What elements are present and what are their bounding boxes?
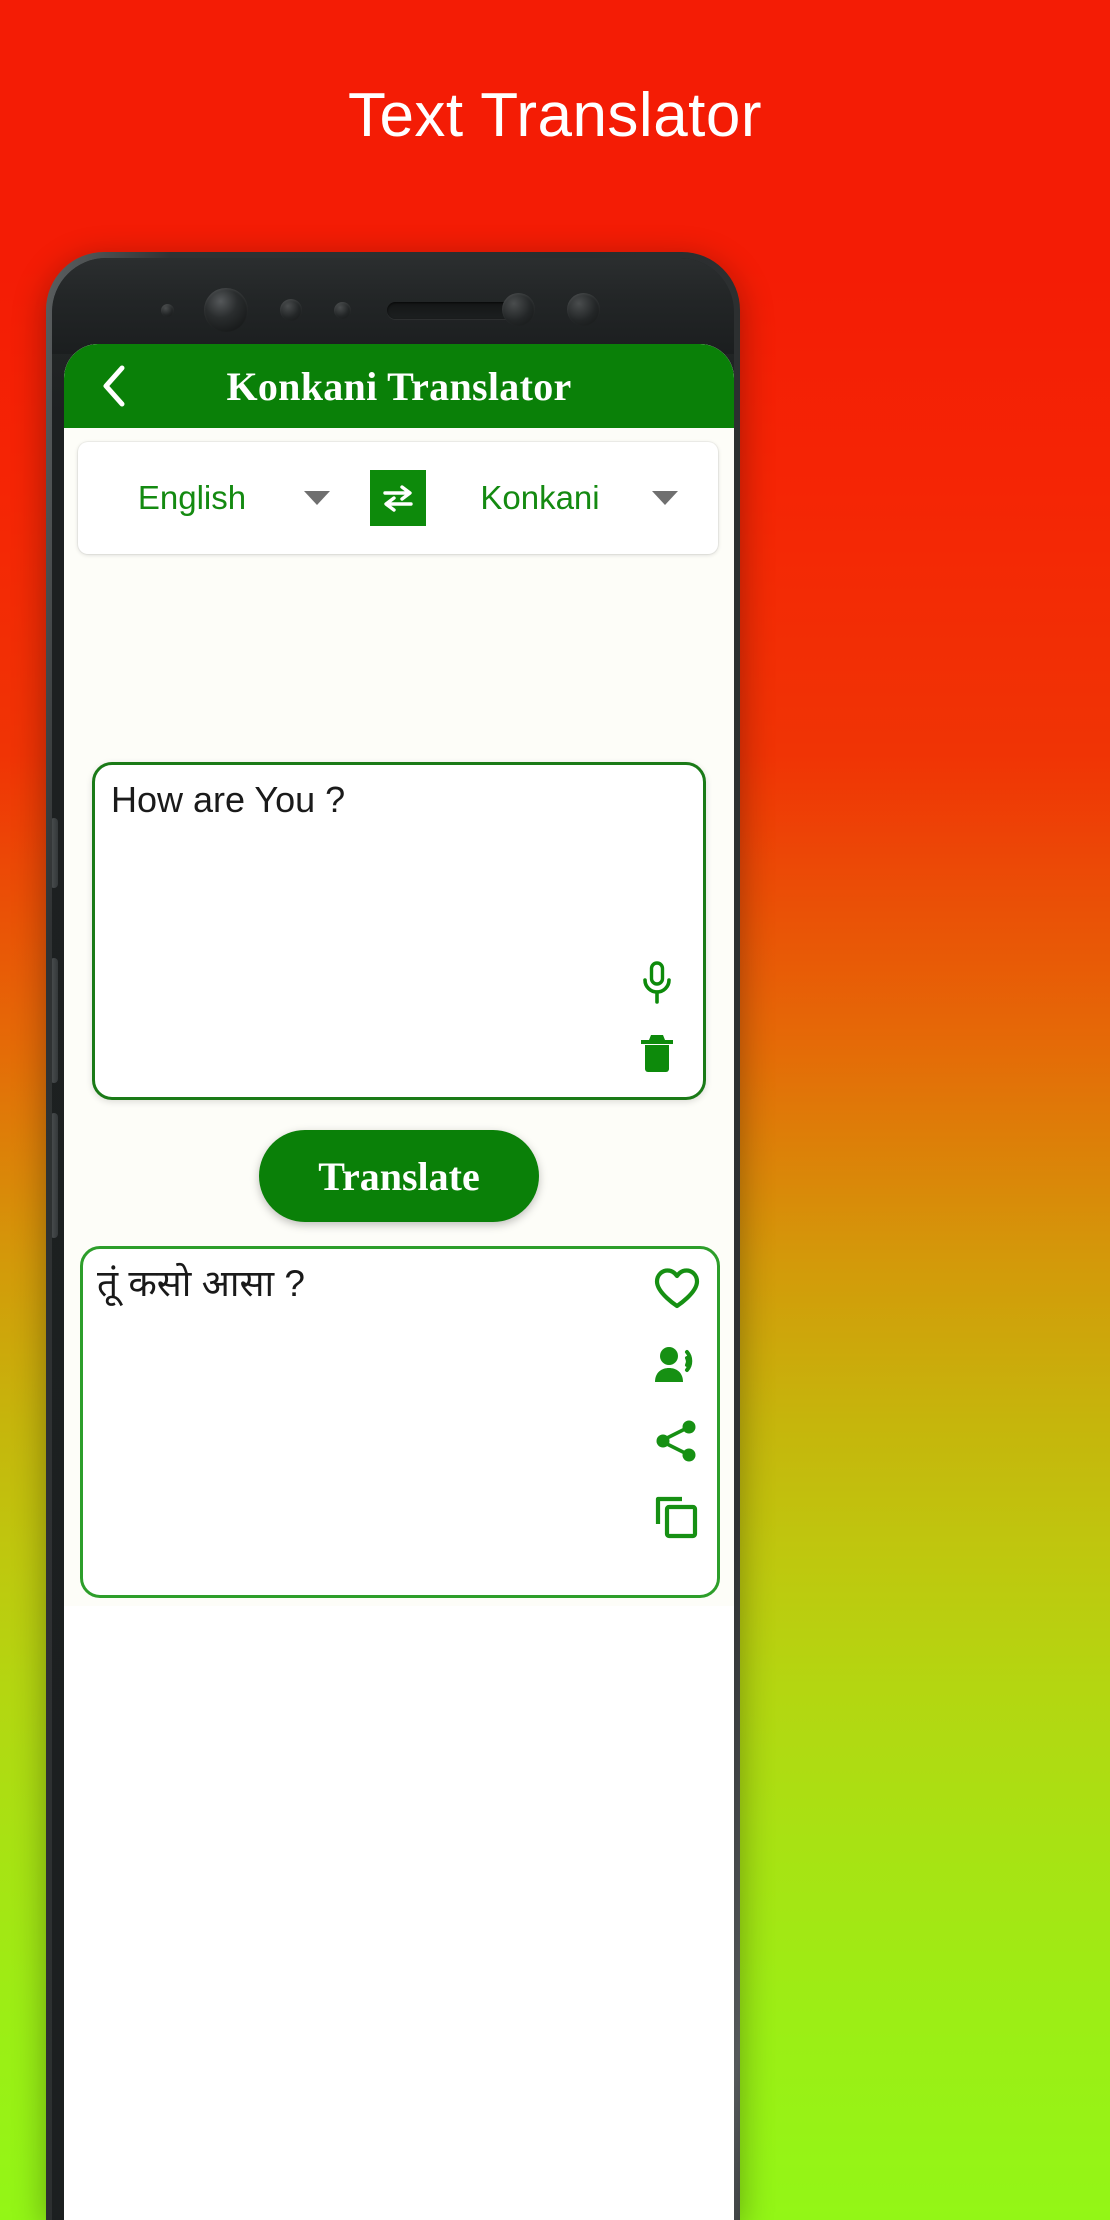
translated-text-actions [651,1263,703,1543]
screen-bottom-area [64,1606,734,2220]
microphone-button[interactable] [631,957,683,1009]
source-text-value: How are You ? [111,779,346,820]
translated-text-area[interactable]: तूं कसो आसा ? [80,1246,720,1598]
source-language-dropdown[interactable]: English [78,442,370,554]
front-camera-icon [204,288,248,332]
swap-languages-button[interactable] [370,470,426,526]
share-icon [656,1420,696,1462]
copy-button[interactable] [651,1491,703,1543]
share-button[interactable] [651,1415,703,1467]
proximity-sensor-icon [280,299,302,321]
iris-scanner-icon [502,293,535,326]
source-text-area[interactable]: How are You ? [92,762,706,1100]
sensor-dot-icon [161,304,174,317]
microphone-icon [643,961,671,1004]
app-bar: Konkani Translator [64,344,734,428]
phone-top-bezel [52,258,734,354]
copy-icon [655,1496,698,1539]
target-language-label: Konkani [480,479,600,516]
source-text-actions [631,957,683,1079]
translated-text-value: तूं कसो आसा ? [97,1263,305,1304]
chevron-left-icon [103,365,125,407]
app-bar-title: Konkani Translator [226,363,572,409]
phone-mockup: Konkani Translator English Konkani How a… [46,252,740,2220]
clear-text-button[interactable] [631,1027,683,1079]
heart-icon [654,1268,700,1309]
speak-person-icon [655,1347,693,1382]
swap-horizontal-icon [383,485,413,512]
source-language-label: English [137,479,247,516]
phone-volume-down-button [52,1113,58,1238]
favorite-button[interactable] [651,1263,703,1315]
app-content: English Konkani How are You ? Translate … [64,428,734,2220]
speak-button[interactable] [651,1339,703,1391]
caret-down-icon [652,491,678,505]
phone-body: Konkani Translator English Konkani How a… [52,258,734,2220]
page-title: Text Translator [347,81,763,150]
phone-volume-up-button [52,958,58,1083]
phone-screen: Konkani Translator English Konkani How a… [64,344,734,2220]
phone-side-button-left-1 [52,818,58,888]
trash-icon [641,1035,673,1072]
language-selector-bar: English Konkani [78,442,718,554]
led-indicator-icon [567,293,600,326]
back-button[interactable] [92,362,136,410]
target-language-dropdown[interactable]: Konkani [426,442,718,554]
caret-down-icon [304,491,330,505]
translate-button[interactable]: Translate [259,1130,539,1222]
light-sensor-icon [334,302,351,319]
